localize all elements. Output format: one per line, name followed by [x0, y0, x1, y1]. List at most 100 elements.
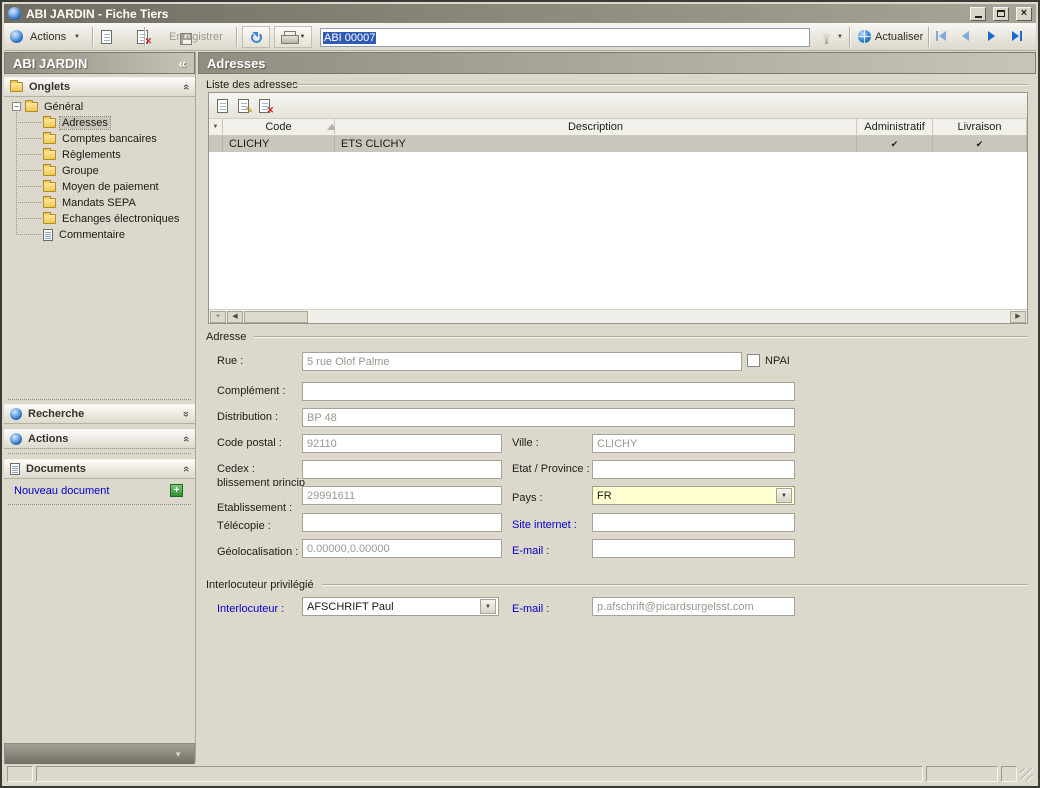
- new-address-button[interactable]: [217, 99, 228, 113]
- edit-address-button[interactable]: ✎: [238, 99, 249, 113]
- tree-item-adresses[interactable]: Adresses: [43, 115, 110, 130]
- tree-item-groupe[interactable]: Groupe: [43, 163, 101, 178]
- cell-administratif-check[interactable]: ✔: [857, 136, 933, 152]
- cell-code[interactable]: CLICHY: [223, 136, 335, 152]
- actions-menu-button[interactable]: Actions: [30, 31, 66, 43]
- scrollbar-thumb[interactable]: [244, 311, 308, 323]
- etablissement-field[interactable]: [302, 486, 502, 505]
- interlocuteur-label[interactable]: Interlocuteur :: [217, 603, 284, 615]
- tree-node-label[interactable]: Général: [42, 101, 85, 113]
- tree-item-moyen-de-paiement[interactable]: Moyen de paiement: [43, 179, 161, 194]
- section-recherche[interactable]: Recherche «: [4, 404, 195, 424]
- tree-item-comptes-bancaires[interactable]: Comptes bancaires: [43, 131, 159, 146]
- grid-filter-cell[interactable]: ▼: [209, 119, 223, 136]
- tree-item-label[interactable]: Comptes bancaires: [60, 133, 159, 145]
- pays-combobox[interactable]: FR ▼: [592, 486, 795, 505]
- interlocuteur-email-field[interactable]: [592, 597, 795, 616]
- tree-item-commentaire[interactable]: Commentaire: [43, 227, 127, 242]
- filter-icon[interactable]: [820, 32, 833, 44]
- chevron-down-icon[interactable]: ▼: [837, 34, 843, 40]
- combo-dropdown-button[interactable]: ▼: [776, 488, 792, 503]
- tree-item-label[interactable]: Adresses: [60, 117, 110, 129]
- app-icon: [8, 7, 21, 20]
- new-record-button[interactable]: [101, 30, 112, 44]
- chevron-up-icon[interactable]: «: [180, 466, 192, 472]
- column-label: Livraison: [957, 121, 1001, 133]
- tree-item-label[interactable]: Groupe: [60, 165, 101, 177]
- chevron-up-icon[interactable]: «: [180, 84, 192, 90]
- etablissement-label: Etablissement :: [217, 502, 292, 514]
- rue-field[interactable]: [302, 352, 742, 371]
- site-internet-label[interactable]: Site internet :: [512, 519, 577, 531]
- email-field[interactable]: [592, 539, 795, 558]
- complement-field[interactable]: [302, 382, 795, 401]
- chevron-down-icon[interactable]: ▼: [74, 34, 80, 40]
- section-onglets[interactable]: Onglets «: [4, 77, 195, 97]
- tree-item-label[interactable]: Moyen de paiement: [60, 181, 161, 193]
- new-document-link[interactable]: Nouveau document: [14, 485, 109, 497]
- previous-record-button[interactable]: [962, 31, 969, 41]
- delete-record-button[interactable]: ✕: [137, 30, 148, 44]
- tree-item-label[interactable]: Commentaire: [57, 229, 127, 241]
- cell-description[interactable]: ETS CLICHY: [335, 136, 857, 152]
- delete-address-button[interactable]: ✕: [259, 99, 270, 113]
- email-label[interactable]: E-mail :: [512, 545, 549, 557]
- code-postal-label: Code postal :: [217, 437, 282, 449]
- chevron-up-icon[interactable]: «: [180, 436, 192, 442]
- etat-province-label: Etat / Province :: [512, 463, 590, 475]
- first-record-button[interactable]: [936, 31, 946, 41]
- horizontal-scrollbar[interactable]: + ◀ ▶: [209, 309, 1027, 323]
- sync-icon: [251, 32, 262, 43]
- status-panel: [7, 766, 33, 782]
- telecopie-field[interactable]: [302, 513, 502, 532]
- section-actions[interactable]: Actions «: [4, 429, 195, 449]
- minimize-button[interactable]: [970, 7, 986, 21]
- last-record-button[interactable]: [1012, 31, 1022, 41]
- table-row[interactable]: CLICHY ETS CLICHY ✔ ✔: [209, 136, 1027, 152]
- tree-node-general[interactable]: − Général: [12, 99, 85, 114]
- add-row-button[interactable]: +: [210, 311, 226, 323]
- combo-dropdown-button[interactable]: ▼: [480, 599, 496, 614]
- cell-livraison-check[interactable]: ✔: [933, 136, 1027, 152]
- close-button[interactable]: ×: [1016, 7, 1032, 21]
- scroll-right-button[interactable]: ▶: [1010, 311, 1026, 323]
- list-toolbar: ✎ ✕: [209, 93, 1027, 119]
- print-button[interactable]: ▼: [274, 26, 312, 48]
- etat-province-field[interactable]: [592, 460, 795, 479]
- column-header-code[interactable]: Code: [223, 119, 335, 136]
- add-document-button[interactable]: +: [170, 484, 183, 497]
- resize-grip[interactable]: [1020, 768, 1033, 781]
- chevron-down-icon[interactable]: «: [180, 411, 192, 417]
- tree-item-reglements[interactable]: Règlements: [43, 147, 123, 162]
- geolocalisation-field[interactable]: [302, 539, 502, 558]
- tree-item-mandats-sepa[interactable]: Mandats SEPA: [43, 195, 138, 210]
- ville-field[interactable]: [592, 434, 795, 453]
- refresh-record-button[interactable]: [242, 26, 270, 48]
- column-header-description[interactable]: Description: [335, 119, 857, 136]
- status-panel: [36, 766, 923, 782]
- scroll-left-button[interactable]: ◀: [227, 311, 243, 323]
- tree-item-label[interactable]: Règlements: [60, 149, 123, 161]
- maximize-button[interactable]: [993, 7, 1009, 21]
- tree-item-echanges-electroniques[interactable]: Echanges électroniques: [43, 211, 181, 226]
- cedex-field[interactable]: [302, 460, 502, 479]
- save-button[interactable]: Enregistrer: [169, 31, 223, 43]
- collapse-sidebar-button[interactable]: «: [179, 56, 186, 71]
- record-reference-input[interactable]: ABI 00007: [320, 28, 810, 47]
- sidebar-bottom-bar[interactable]: ▼: [4, 743, 195, 765]
- section-documents[interactable]: Documents «: [4, 459, 195, 479]
- site-internet-field[interactable]: [592, 513, 795, 532]
- distribution-field[interactable]: [302, 408, 795, 427]
- column-header-administratif[interactable]: Administratif: [857, 119, 933, 136]
- column-header-livraison[interactable]: Livraison: [933, 119, 1027, 136]
- row-selector-cell[interactable]: [209, 136, 223, 152]
- interlocuteur-email-label[interactable]: E-mail :: [512, 603, 549, 615]
- collapse-node-icon[interactable]: −: [12, 102, 21, 111]
- code-postal-field[interactable]: [302, 434, 502, 453]
- npai-checkbox[interactable]: [747, 354, 760, 367]
- tree-item-label[interactable]: Echanges électroniques: [60, 213, 181, 225]
- interlocuteur-combobox[interactable]: AFSCHRIFT Paul ▼: [302, 597, 499, 616]
- next-record-button[interactable]: [988, 31, 995, 41]
- refresh-button[interactable]: Actualiser: [875, 31, 923, 43]
- tree-item-label[interactable]: Mandats SEPA: [60, 197, 138, 209]
